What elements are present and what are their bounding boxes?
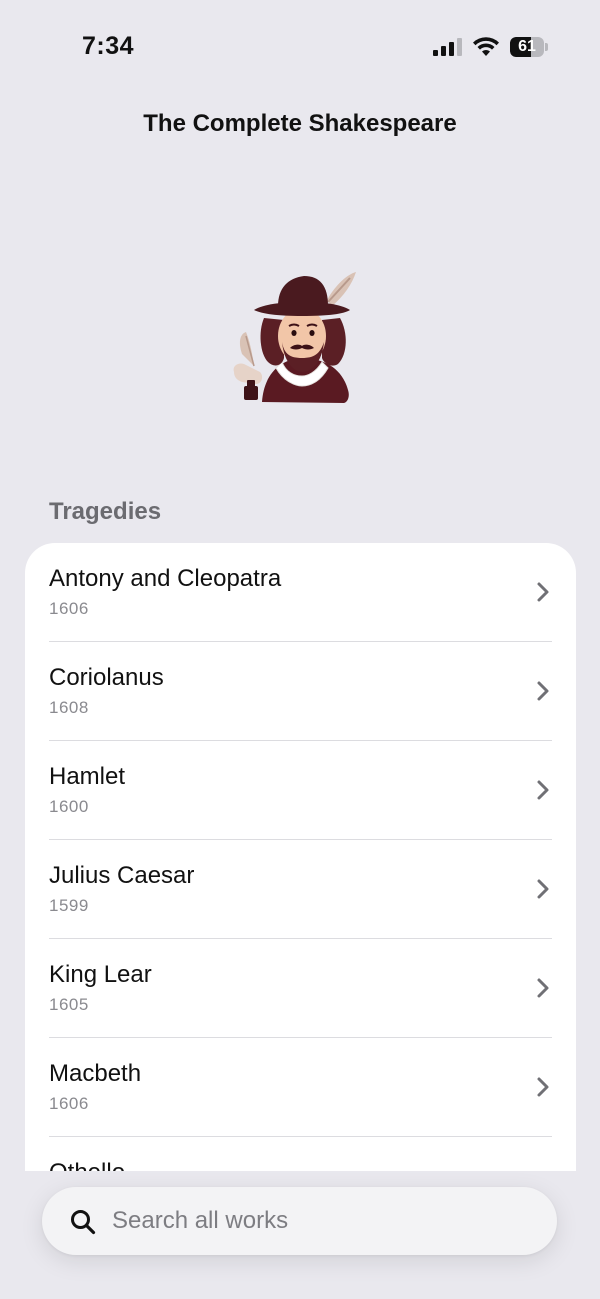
- work-year: 1600: [49, 797, 89, 816]
- work-title: Macbeth: [49, 1060, 142, 1087]
- section-header: Tragedies: [49, 498, 162, 525]
- work-title: Antony and Cleopatra: [49, 565, 282, 592]
- list-item[interactable]: Coriolanus 1608: [25, 642, 576, 741]
- list-item[interactable]: Hamlet 1600: [25, 741, 576, 840]
- list-item[interactable]: Macbeth 1606: [25, 1038, 576, 1137]
- list-item[interactable]: Julius Caesar 1599: [25, 840, 576, 939]
- chevron-right-icon: [537, 681, 549, 701]
- search-input[interactable]: [112, 1201, 532, 1241]
- chevron-right-icon: [537, 582, 549, 602]
- chevron-right-icon: [537, 1077, 549, 1097]
- work-title: Hamlet: [49, 763, 126, 790]
- work-title: King Lear: [49, 961, 152, 988]
- battery-level: 61: [518, 38, 536, 55]
- shakespeare-portrait-icon: [233, 272, 356, 403]
- work-title: Julius Caesar: [49, 862, 195, 889]
- list-item[interactable]: Othello: [25, 1137, 576, 1171]
- wifi-icon: [473, 37, 499, 56]
- chevron-right-icon: [537, 780, 549, 800]
- work-year: 1606: [49, 599, 89, 618]
- cellular-signal-icon: [433, 38, 462, 56]
- list-item[interactable]: King Lear 1605: [25, 939, 576, 1038]
- work-year: 1599: [49, 896, 89, 915]
- chevron-right-icon: [537, 978, 549, 998]
- battery-icon: 61: [510, 36, 548, 58]
- work-title: Coriolanus: [49, 664, 164, 691]
- work-year: 1605: [49, 995, 89, 1014]
- list-item[interactable]: Antony and Cleopatra 1606: [25, 543, 576, 642]
- chevron-right-icon: [537, 879, 549, 899]
- status-time: 7:34: [82, 32, 135, 60]
- search-icon: [71, 1210, 96, 1235]
- work-year: 1606: [49, 1094, 89, 1113]
- status-bar: 7:34 61: [0, 0, 600, 96]
- work-year: 1608: [49, 698, 89, 717]
- page-title: The Complete Shakespeare: [143, 110, 457, 137]
- works-list: Antony and Cleopatra 1606 Coriolanus 160…: [25, 543, 576, 1171]
- work-title: Othello: [49, 1159, 125, 1171]
- status-icons: 61: [432, 36, 548, 58]
- search-bar[interactable]: [42, 1187, 557, 1255]
